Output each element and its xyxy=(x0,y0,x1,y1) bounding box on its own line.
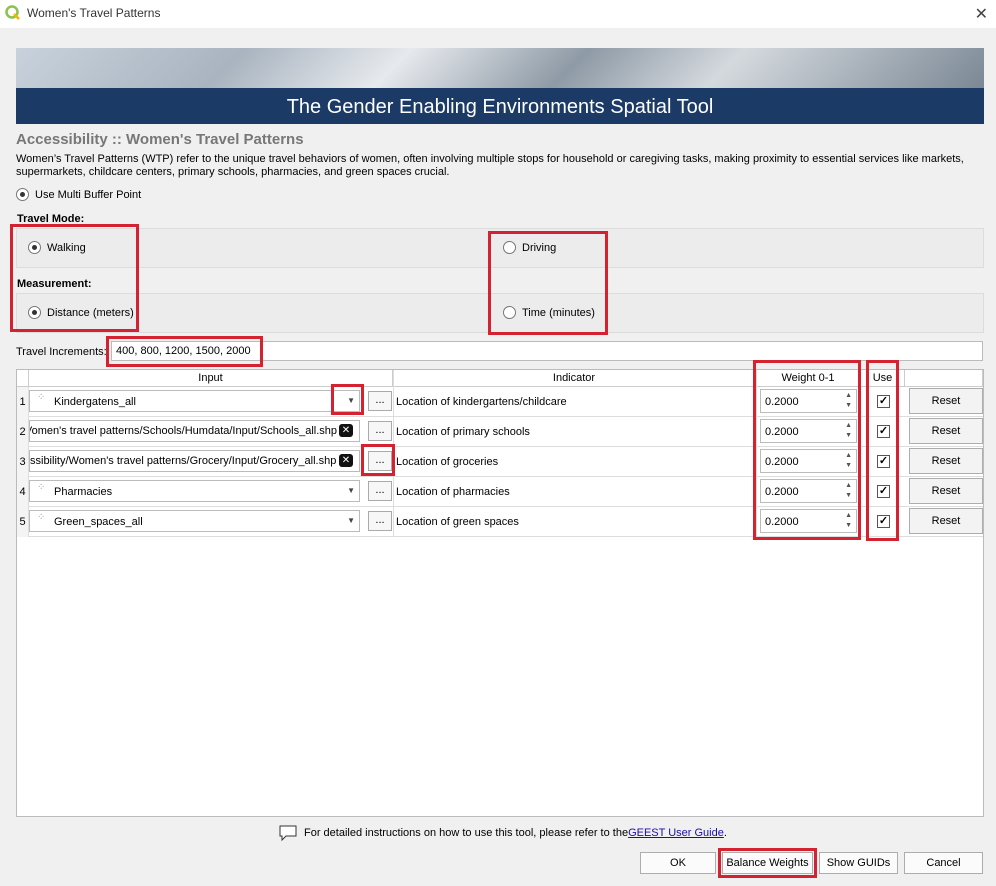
highlight-box xyxy=(331,384,364,415)
input-combo[interactable]: ⁘ Kindergatens_all ▼ xyxy=(29,390,360,412)
input-combo[interactable]: ⁘ Green_spaces_all ▼ xyxy=(29,510,360,532)
clear-icon[interactable]: ✕ xyxy=(339,454,353,467)
highlight-box xyxy=(361,444,395,476)
input-combo[interactable]: ⁘ Pharmacies ▼ xyxy=(29,480,360,502)
user-guide-link[interactable]: GEEST User Guide xyxy=(628,827,724,839)
indicator-text: Location of green spaces xyxy=(396,516,519,528)
balance-weights-button[interactable]: Balance Weights xyxy=(722,852,813,874)
travel-increments-label: Travel Increments: xyxy=(16,346,107,358)
browse-button[interactable]: ... xyxy=(368,481,392,501)
use-multi-buffer-radio[interactable] xyxy=(16,188,29,201)
row-number: 1 xyxy=(17,387,29,417)
browse-button[interactable]: ... xyxy=(368,391,392,411)
indicator-text: Location of primary schools xyxy=(396,426,530,438)
help-note-end: . xyxy=(723,827,727,839)
highlight-box xyxy=(866,360,899,541)
help-note: For detailed instructions on how to use … xyxy=(278,824,727,842)
reset-button[interactable]: Reset xyxy=(909,478,983,504)
banner-title: The Gender Enabling Environments Spatial… xyxy=(286,96,714,118)
highlight-box xyxy=(488,231,608,335)
banner-image: The Gender Enabling Environments Spatial… xyxy=(16,48,984,124)
input-path-field[interactable]: ssibility/Women's travel patterns/Grocer… xyxy=(29,450,360,472)
reset-button[interactable]: Reset xyxy=(909,418,983,444)
row-number: 5 xyxy=(17,507,29,537)
input-value: Pharmacies xyxy=(54,486,113,498)
show-guids-button[interactable]: Show GUIDs xyxy=(819,852,898,874)
close-icon[interactable]: ✕ xyxy=(975,4,988,24)
row-number: 3 xyxy=(17,447,29,477)
ok-button[interactable]: OK xyxy=(640,852,716,874)
cancel-button[interactable]: Cancel xyxy=(904,852,983,874)
indicator-text: Location of pharmacies xyxy=(396,486,510,498)
browse-button[interactable]: ... xyxy=(368,421,392,441)
indicator-text: Location of kindergartens/childcare xyxy=(396,396,567,408)
highlight-box xyxy=(10,224,139,332)
clear-icon[interactable]: ✕ xyxy=(339,424,353,437)
use-multi-buffer-option[interactable]: Use Multi Buffer Point xyxy=(16,188,141,201)
input-value: ssibility/Women's travel patterns/Grocer… xyxy=(30,455,337,467)
header-reset xyxy=(905,370,983,387)
indicator-text: Location of groceries xyxy=(396,456,499,468)
input-value: Kindergatens_all xyxy=(54,396,136,408)
reset-button[interactable]: Reset xyxy=(909,388,983,414)
point-layer-icon: ⁘ xyxy=(37,482,47,493)
window-titlebar: Women's Travel Patterns ✕ xyxy=(0,0,996,28)
window-title: Women's Travel Patterns xyxy=(27,6,161,20)
highlight-box xyxy=(106,336,263,367)
row-number: 4 xyxy=(17,477,29,507)
table-corner xyxy=(17,370,29,387)
section-title: Accessibility :: Women's Travel Patterns xyxy=(16,131,304,148)
reset-button[interactable]: Reset xyxy=(909,448,983,474)
highlight-box xyxy=(753,360,861,540)
browse-button[interactable]: ... xyxy=(368,511,392,531)
help-note-text: For detailed instructions on how to use … xyxy=(304,827,629,839)
chevron-down-icon[interactable]: ▼ xyxy=(347,486,355,495)
reset-button[interactable]: Reset xyxy=(909,508,983,534)
point-layer-icon: ⁘ xyxy=(37,512,47,523)
header-indicator: Indicator xyxy=(393,370,756,387)
section-description: Women’s Travel Patterns (WTP) refer to t… xyxy=(16,153,964,178)
point-layer-icon: ⁘ xyxy=(37,392,47,403)
speech-bubble-icon xyxy=(279,825,297,842)
input-value: Green_spaces_all xyxy=(54,516,143,528)
use-multi-buffer-label: Use Multi Buffer Point xyxy=(35,188,142,201)
qgis-logo-icon xyxy=(5,5,20,20)
row-number: 2 xyxy=(17,417,29,447)
input-value: Vomen's travel patterns/Schools/Humdata/… xyxy=(29,425,337,437)
chevron-down-icon[interactable]: ▼ xyxy=(347,516,355,525)
input-path-field[interactable]: Vomen's travel patterns/Schools/Humdata/… xyxy=(29,420,360,442)
